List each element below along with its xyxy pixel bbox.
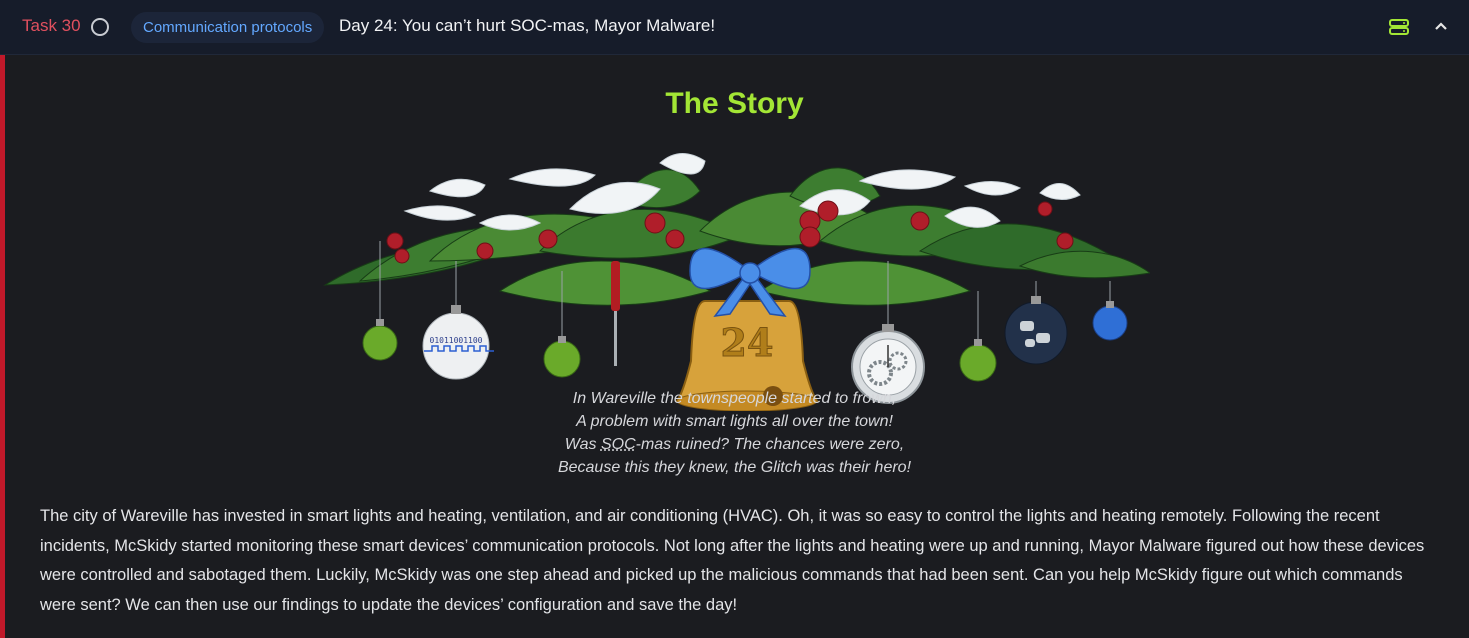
poem-line-4: Because this they knew, the Glitch was t… (557, 459, 912, 476)
soc-abbreviation[interactable]: SOC (601, 436, 636, 453)
story-paragraph: The city of Wareville has invested in sm… (40, 507, 1425, 614)
task-header[interactable]: Task 30 Communication protocols Day 24: … (0, 0, 1469, 55)
task-content: The Story 01011001100 24 In Wareville th… (0, 55, 1469, 638)
accent-bar (0, 55, 5, 638)
chevron-up-icon[interactable] (1434, 20, 1448, 32)
poem-line-2: A problem with smart lights all over the… (576, 413, 893, 430)
poem-line-3-start: Was (564, 436, 601, 453)
binary-ornament-text: 01011001100 (430, 336, 483, 345)
bell-number: 24 (721, 320, 774, 365)
christmas-garland-image: 01011001100 24 (323, 153, 1150, 411)
poem-line-3-end: -mas ruined? The chances were zero, (635, 436, 905, 453)
task-title: Day 24: You can’t hurt SOC-mas, Mayor Ma… (339, 16, 716, 35)
story-heading: The Story (665, 87, 804, 120)
poem-line-1: In Wareville the townspeople started to … (572, 390, 897, 407)
circle-outline-icon (91, 18, 109, 36)
story-poem: In Wareville the townspeople started to … (0, 387, 1469, 479)
poem-line-3: Was SOC-mas ruined? The chances were zer… (0, 433, 1469, 456)
server-icon[interactable] (1389, 19, 1409, 35)
category-pill: Communication protocols (131, 12, 325, 43)
task-number: Task 30 (22, 16, 81, 35)
